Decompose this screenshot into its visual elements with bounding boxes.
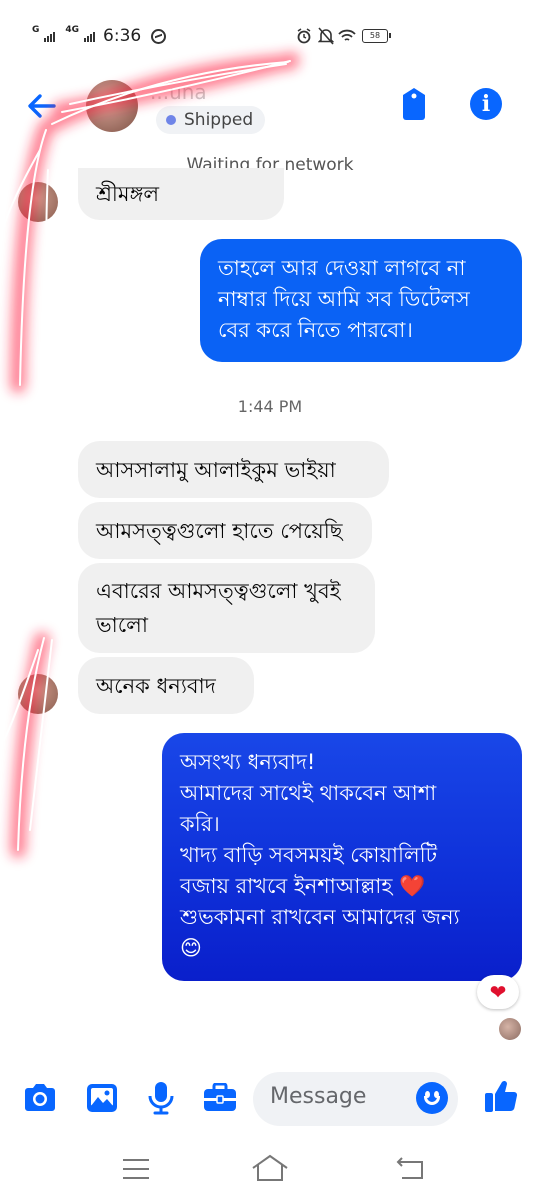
message-incoming[interactable]: আমসত্ত্বগুলো হাতে পেয়েছি [78,502,372,559]
alarm-icon [297,28,311,44]
back-icon[interactable] [396,1156,426,1180]
message-timestamp: 1:44 PM [237,397,303,416]
thumbs-up-icon [485,1080,518,1112]
heart-reaction-icon[interactable]: ❤ [477,975,519,1009]
contact-name[interactable]: ...una [150,80,207,104]
message-incoming[interactable]: আসসালামু আলাইকুম ভাইয়া [78,441,389,498]
sender-avatar[interactable] [18,674,58,714]
label-chip[interactable]: Shipped [156,106,266,134]
battery-level: 58 [362,29,391,43]
back-arrow-icon[interactable] [24,88,60,124]
status-bar: G 4G 6:36 58 [0,0,540,72]
sender-avatar[interactable] [18,182,58,222]
voice-button[interactable] [143,1080,179,1116]
message-incoming[interactable]: শ্রীমঙ্গল [78,168,284,220]
briefcase-icon [204,1083,236,1111]
seen-avatar [499,1018,521,1040]
camera-icon [25,1084,55,1111]
messenger-notification-icon [151,28,167,44]
message-line: খাদ্য বাড়ি সবসময়ই কোয়ালিটি [180,843,438,867]
like-button[interactable] [482,1076,520,1116]
clock: 6:36 [103,26,142,46]
system-nav-bar [0,1140,540,1200]
message-line: করি। [180,812,220,836]
menu-icon[interactable] [122,1158,150,1180]
image-icon [87,1084,117,1112]
battery-icon: 58 [362,29,391,43]
network-type-1: G [32,25,40,35]
message-outgoing[interactable]: তাহলে আর দেওয়া লাগবে না নাম্বার দিয়ে আ… [200,239,522,362]
info-icon[interactable]: i [470,88,502,120]
message-text: আসসালামু আলাইকুম ভাইয়া [96,457,336,482]
message-incoming[interactable]: এবারের আমসত্ত্বগুলো খুবই ভালো [78,563,375,653]
label-dot-icon [166,115,176,125]
signal-icon-1 [44,30,56,42]
home-icon[interactable] [251,1154,289,1182]
message-incoming[interactable]: অনেক ধন্যবাদ [78,657,254,714]
status-left: G 4G 6:36 [32,25,167,46]
message-outgoing[interactable]: অসংখ্য ধন্যবাদ! আমাদের সাথেই থাকবেন আশা … [162,733,522,981]
message-text: আমসত্ত্বগুলো হাতে পেয়েছি [96,518,343,543]
message-line: অসংখ্য ধন্যবাদ! [180,750,316,774]
message-text: অনেক ধন্যবাদ [96,673,216,698]
gallery-button[interactable] [84,1080,120,1116]
network-type-2: 4G [65,25,80,35]
chat-header: ...una Shipped i [0,72,540,142]
wifi-icon [338,29,356,41]
label-text: Shipped [184,110,254,130]
message-line: ভালো [96,613,148,637]
message-line: শুভকামনা রাখবেন আমাদের জন্য [180,905,460,929]
camera-button[interactable] [22,1080,58,1116]
tag-icon[interactable] [400,87,428,121]
contact-avatar[interactable] [86,80,138,132]
emoji-icon[interactable] [416,1082,448,1114]
message-line: বের করে নিতে পারবো। [218,318,413,342]
composer-bar: Message [0,1068,540,1130]
message-line: আমাদের সাথেই থাকবেন আশা [180,781,437,805]
message-line: নাম্বার দিয়ে আমি সব ডিটেলস [218,287,470,311]
message-line: 😊 [180,936,202,960]
message-text: শ্রীমঙ্গল [96,182,160,206]
microphone-icon [148,1082,174,1115]
message-line: এবারের আমসত্ত্বগুলো খুবই [96,579,341,603]
mute-icon [318,27,334,45]
business-tools-button[interactable] [202,1080,238,1116]
message-line: তাহলে আর দেওয়া লাগবে না [218,256,466,280]
signal-icon-2 [84,30,96,42]
message-placeholder: Message [270,1084,367,1109]
message-line: বজায় রাখবে ইনশাআল্লাহ ❤️ [180,874,426,898]
